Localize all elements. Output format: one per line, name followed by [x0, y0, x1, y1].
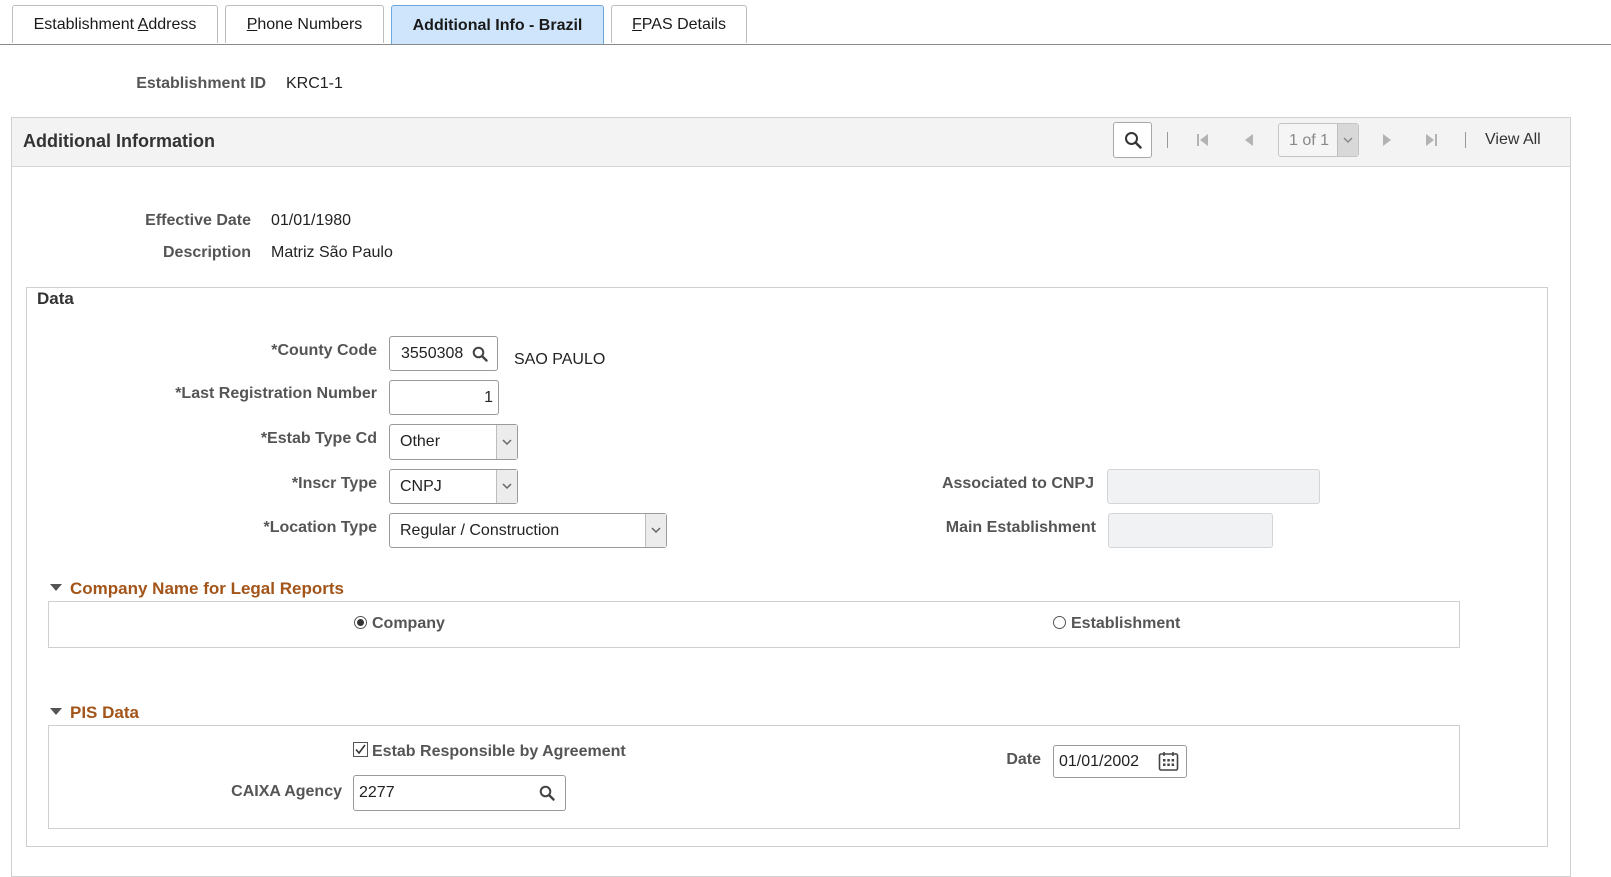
chevron-down-icon [645, 514, 666, 547]
last-registration-label: *Last Registration Number [175, 385, 377, 402]
last-page-icon[interactable] [1424, 132, 1438, 148]
effective-date-label: Effective Date [145, 212, 251, 229]
tab-label: Additional Info - Brazil [412, 16, 583, 34]
last-registration-value: 1 [484, 388, 493, 406]
separator [1465, 132, 1466, 148]
company-name-section-title: Company Name for Legal Reports [70, 579, 344, 598]
estab-type-value: Other [400, 433, 441, 450]
chevron-down-icon [496, 470, 517, 503]
tab-additional-info-brazil[interactable]: Additional Info - Brazil [391, 5, 604, 45]
estab-type-label: *Estab Type Cd [260, 430, 377, 447]
estab-responsible-checkbox[interactable] [353, 742, 368, 757]
location-type-value: Regular / Construction [400, 522, 560, 539]
search-icon [1124, 132, 1142, 149]
establishment-id-label: Establishment ID [136, 75, 266, 92]
chevron-down-icon [1337, 124, 1358, 156]
establishment-id-value: KRC1-1 [286, 75, 343, 92]
county-code-label: *County Code [271, 342, 377, 359]
first-page-icon[interactable] [1196, 132, 1210, 148]
pis-date-value: 01/01/2002 [1059, 752, 1140, 770]
company-radio[interactable] [354, 616, 367, 629]
associated-cnpj-field [1107, 469, 1320, 504]
caixa-agency-label: CAIXA Agency [231, 783, 342, 800]
establishment-radio[interactable] [1053, 616, 1066, 629]
main-establishment-field [1108, 513, 1273, 548]
tab-label: Phone Numbers [246, 15, 363, 33]
effective-date-value: 01/01/1980 [271, 212, 352, 229]
location-type-label: *Location Type [263, 519, 378, 536]
pis-date-field[interactable]: 01/01/2002 [1053, 745, 1187, 778]
tab-underline [0, 44, 1611, 45]
view-all-link[interactable]: View All [1485, 131, 1541, 149]
county-code-field[interactable]: 3550308 [389, 336, 498, 371]
tab-phone-numbers[interactable]: Phone Numbers [225, 5, 384, 43]
estab-responsible-label: Estab Responsible by Agreement [372, 743, 626, 760]
data-section-title: Data [37, 289, 74, 308]
company-name-box [48, 601, 1460, 648]
pis-section-toggle[interactable]: PIS Data [50, 703, 139, 723]
associated-cnpj-label: Associated to CNPJ [941, 475, 1094, 492]
chevron-down-icon [496, 425, 517, 459]
tab-fpas-details[interactable]: FPAS Details [611, 5, 747, 43]
inscr-type-value: CNPJ [400, 478, 442, 495]
establishment-radio-label: Establishment [1071, 615, 1181, 632]
inscr-type-label: *Inscr Type [291, 475, 377, 492]
tab-establishment-address[interactable]: Establishment Address [12, 5, 218, 43]
next-icon[interactable] [1381, 132, 1393, 148]
tab-label: Establishment Address [33, 15, 197, 33]
checkmark-icon [355, 744, 366, 755]
inscr-type-select[interactable]: CNPJ [389, 469, 518, 504]
estab-type-select[interactable]: Other [389, 424, 518, 460]
collapse-triangle-icon [50, 584, 62, 592]
panel-title: Additional Information [23, 131, 215, 151]
page-selector[interactable]: 1 of 1 [1278, 123, 1359, 157]
find-button[interactable] [1113, 122, 1152, 158]
county-name: SAO PAULO [514, 351, 606, 368]
previous-icon[interactable] [1243, 132, 1255, 148]
search-icon[interactable] [472, 346, 488, 362]
company-radio-label: Company [372, 615, 445, 632]
page-selector-value: 1 of 1 [1289, 132, 1330, 149]
caixa-agency-value: 2277 [359, 784, 395, 801]
search-icon[interactable] [539, 785, 555, 801]
main-establishment-label: Main Establishment [945, 519, 1096, 536]
description-label: Description [162, 244, 251, 261]
pis-section-title: PIS Data [70, 703, 139, 722]
collapse-triangle-icon [50, 708, 62, 716]
caixa-agency-field[interactable]: 2277 [353, 775, 566, 811]
tab-label: FPAS Details [632, 15, 726, 33]
pis-date-label: Date [1006, 751, 1041, 768]
separator [1167, 132, 1168, 148]
county-code-value: 3550308 [401, 344, 464, 362]
last-registration-field[interactable]: 1 [389, 380, 499, 415]
calendar-icon[interactable] [1158, 751, 1179, 772]
pis-box [48, 725, 1460, 829]
company-name-section-toggle[interactable]: Company Name for Legal Reports [50, 579, 344, 599]
description-value: Matriz São Paulo [271, 244, 393, 261]
location-type-select[interactable]: Regular / Construction [389, 513, 667, 548]
